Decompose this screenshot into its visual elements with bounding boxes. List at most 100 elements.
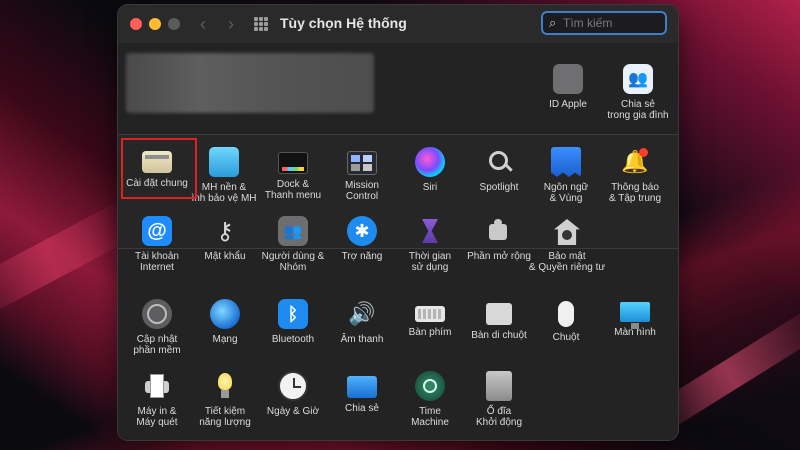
pref-label: Mission Control — [345, 180, 379, 202]
pref-security-privacy[interactable]: Bảo mật & Quyền riêng tư — [528, 216, 606, 273]
pref-language-region[interactable]: Ngôn ngữ & Vùng — [531, 147, 601, 204]
pref-label: Bàn di chuột — [471, 330, 527, 341]
pref-label: Ngôn ngữ & Vùng — [543, 182, 589, 204]
pref-displays[interactable]: Màn hình — [600, 299, 670, 338]
pref-label: Trợ năng — [341, 251, 383, 262]
printer-icon — [142, 371, 172, 401]
pref-sharing[interactable]: Chia sẻ — [327, 371, 397, 414]
pref-label: ID Apple — [549, 99, 587, 110]
pref-label: Thông báo & Tập trung — [608, 182, 662, 204]
pref-startup-disk[interactable]: Ổ đĩa Khởi động — [464, 371, 534, 428]
account-section: ID Apple 👥 Chia sẻ trong gia đình — [118, 43, 678, 135]
pref-family-sharing[interactable]: 👥 Chia sẻ trong gia đình — [603, 64, 673, 121]
notifications-bell-icon: 🔔 — [621, 148, 649, 174]
hourglass-icon — [415, 216, 445, 246]
display-icon — [620, 302, 650, 329]
key-icon: ⚷ — [216, 217, 234, 245]
pref-label: Tài khoản Internet — [135, 251, 179, 273]
pref-label: Thời gian sử dụng — [408, 251, 452, 273]
pref-time-machine[interactable]: Time Machine — [395, 371, 465, 428]
clock-icon — [278, 371, 308, 401]
pref-keyboard[interactable]: Bàn phím — [395, 299, 465, 338]
pref-siri[interactable]: Siri — [395, 147, 465, 193]
pref-label: Siri — [422, 182, 438, 193]
close-button[interactable] — [130, 18, 142, 30]
search-field[interactable]: ⌕ — [541, 11, 667, 35]
zoom-button[interactable] — [168, 18, 180, 30]
pref-sound[interactable]: 🔊 Âm thanh — [327, 299, 397, 345]
pref-network[interactable]: Mạng — [190, 299, 260, 345]
pref-trackpad[interactable]: Bàn di chuột — [464, 299, 534, 341]
hard-drive-icon — [486, 371, 512, 401]
pref-label: Cập nhật phần mềm — [133, 334, 181, 356]
show-all-grid-icon[interactable] — [254, 17, 268, 31]
pref-extensions[interactable]: Phần mở rộng — [464, 216, 534, 262]
lightbulb-icon — [210, 371, 240, 401]
pref-users-groups[interactable]: 👥 Người dùng & Nhóm — [258, 216, 328, 273]
apple-id-icon — [553, 64, 583, 94]
pref-mouse[interactable]: Chuột — [531, 299, 601, 343]
pref-date-time[interactable]: Ngày & Giờ — [258, 371, 328, 417]
pref-passwords[interactable]: ⚷ Mật khẩu — [190, 216, 260, 263]
pref-notifications-focus[interactable]: 🔔 Thông báo & Tập trung — [600, 147, 670, 204]
search-icon: ⌕ — [549, 15, 557, 30]
bluetooth-icon: ᛒ — [278, 299, 308, 329]
pref-label: Tiết kiệm năng lượng — [199, 406, 251, 428]
pref-label: Time Machine — [411, 406, 449, 428]
pref-label: MH nền & ình bảo vệ MH — [191, 182, 257, 204]
pref-dock-menubar[interactable]: Dock & Thanh menu — [258, 147, 328, 201]
pref-label: Bluetooth — [271, 334, 315, 345]
pref-accessibility[interactable]: ✱ Trợ năng — [327, 216, 397, 262]
back-arrow-icon[interactable]: ‹ — [194, 14, 212, 34]
pref-label: Dock & Thanh menu — [264, 179, 322, 201]
siri-icon — [415, 147, 445, 177]
pref-software-update[interactable]: Cập nhật phần mềm — [122, 299, 192, 356]
pref-label: Chia sẻ trong gia đình — [607, 99, 669, 121]
internet-accounts-icon: @ — [142, 216, 172, 246]
mission-control-icon — [347, 151, 377, 175]
keyboard-icon — [415, 306, 445, 322]
pref-spotlight[interactable]: Spotlight — [464, 147, 534, 193]
pref-label: Chuột — [552, 332, 580, 343]
pref-apple-id[interactable]: ID Apple — [533, 64, 603, 110]
pref-label: Cài đặt chung — [126, 178, 188, 189]
pref-bluetooth[interactable]: ᛒ Bluetooth — [258, 299, 328, 345]
pref-label: Mạng — [212, 334, 238, 345]
users-groups-icon: 👥 — [278, 216, 308, 246]
minimize-button[interactable] — [149, 18, 161, 30]
pref-label: Bảo mật & Quyền riêng tư — [528, 251, 606, 273]
pref-label: Máy in & Máy quét — [136, 406, 178, 428]
pref-screen-time[interactable]: Thời gian sử dụng — [395, 216, 465, 273]
pref-label: Chia sẻ — [345, 403, 379, 414]
pref-label: Ngày & Giờ — [266, 406, 320, 417]
pref-internet-accounts[interactable]: @ Tài khoản Internet — [122, 216, 192, 273]
puzzle-piece-icon — [484, 216, 514, 246]
pref-desktop-screensaver[interactable]: MH nền & ình bảo vệ MH — [189, 147, 259, 204]
dock-icon — [278, 152, 308, 174]
forward-arrow-icon[interactable]: › — [222, 14, 240, 34]
pref-energy-saver[interactable]: Tiết kiệm năng lượng — [190, 371, 260, 428]
user-profile-blurred[interactable] — [126, 53, 374, 113]
house-lock-icon — [552, 216, 582, 246]
folder-icon — [347, 376, 377, 398]
globe-icon — [210, 299, 240, 329]
pref-label: Người dùng & Nhóm — [261, 251, 325, 273]
system-preferences-window: ‹ › Tùy chọn Hệ thống ⌕ ID Apple 👥 Chia … — [118, 5, 678, 440]
accessibility-icon: ✱ — [347, 216, 377, 246]
pref-label: Bàn phím — [408, 327, 452, 338]
time-machine-icon — [415, 371, 445, 401]
mouse-icon — [558, 301, 574, 327]
pref-printers-scanners[interactable]: Máy in & Máy quét — [122, 371, 192, 428]
search-input[interactable] — [563, 14, 659, 32]
gear-icon — [142, 299, 172, 329]
language-region-icon — [551, 147, 581, 177]
trackpad-icon — [486, 303, 512, 325]
spotlight-icon — [484, 147, 514, 177]
pref-label: Mật khẩu — [204, 251, 246, 262]
pref-label: Âm thanh — [340, 334, 384, 345]
family-sharing-icon: 👥 — [623, 64, 653, 94]
pref-general[interactable]: Cài đặt chung — [122, 147, 192, 189]
pref-mission-control[interactable]: Mission Control — [327, 147, 397, 202]
window-title: Tùy chọn Hệ thống — [280, 15, 407, 31]
general-icon — [142, 151, 172, 173]
